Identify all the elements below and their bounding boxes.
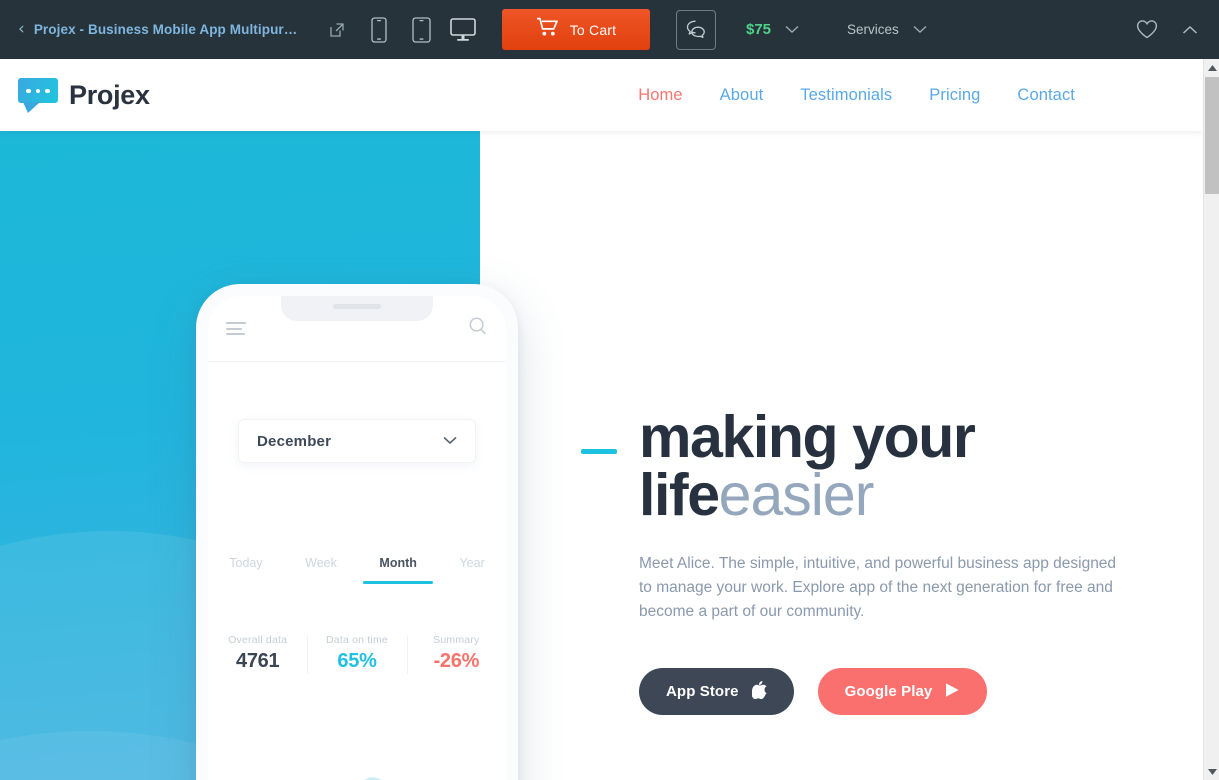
site-navigation: Home About Testimonials Pricing Contact <box>638 86 1203 105</box>
desktop-icon[interactable] <box>450 15 476 45</box>
chevron-down-icon <box>785 21 799 39</box>
play-triangle-icon <box>945 682 960 702</box>
phone-mockup: December Today Week Month Year Overall d… <box>196 284 518 780</box>
hero-copy: making your lifeeasier Meet Alice. The s… <box>581 131 1159 716</box>
month-select[interactable]: December <box>238 419 476 463</box>
stat-value: -26% <box>433 650 480 672</box>
stats-row: Overall data 4761 Data on time 65% Summa… <box>208 634 506 674</box>
chevron-down-icon <box>913 21 927 39</box>
heart-icon[interactable] <box>1135 18 1159 42</box>
external-link-icon[interactable] <box>328 21 346 39</box>
phone-screen: December Today Week Month Year Overall d… <box>208 296 506 780</box>
toolbar-right-group <box>1135 18 1219 42</box>
device-toggle-group <box>366 15 476 45</box>
scroll-up-arrow-icon[interactable] <box>1204 59 1219 76</box>
app-store-label: App Store <box>666 683 739 701</box>
hero-title-soft: easier <box>718 462 875 529</box>
nav-item-contact[interactable]: Contact <box>1017 86 1075 105</box>
logo-text: Projex <box>69 79 150 110</box>
hero-section: December Today Week Month Year Overall d… <box>0 131 1203 780</box>
stat-label: Data on time <box>326 634 388 646</box>
tablet-icon[interactable] <box>408 15 434 45</box>
site-header: Projex Home About Testimonials Pricing C… <box>0 59 1203 131</box>
services-dropdown[interactable]: Services <box>847 21 927 39</box>
hero-cta-group: App Store Google Play <box>639 668 1159 716</box>
stat-label: Summary <box>433 634 480 646</box>
chevron-down-icon <box>443 432 457 450</box>
website-viewport: Projex Home About Testimonials Pricing C… <box>0 59 1203 780</box>
back-chevron-icon[interactable]: ‹ <box>18 21 25 38</box>
nav-item-about[interactable]: About <box>720 86 764 105</box>
stat-value: 65% <box>337 650 377 672</box>
scroll-thumb[interactable] <box>1205 77 1219 194</box>
stat-data-on-time: Data on time 65% <box>307 634 406 674</box>
to-cart-button[interactable]: To Cart <box>502 9 650 50</box>
scroll-down-arrow-icon[interactable] <box>1204 763 1219 780</box>
hero-subtitle: Meet Alice. The simple, intuitive, and p… <box>639 554 1117 620</box>
tab-month[interactable]: Month <box>363 556 434 584</box>
period-tabs: Today Week Month Year <box>208 556 506 584</box>
tab-today[interactable]: Today <box>229 556 262 584</box>
to-cart-label: To Cart <box>569 21 617 38</box>
stat-summary: Summary -26% <box>406 634 506 674</box>
tab-week[interactable]: Week <box>305 556 337 584</box>
apple-logo-icon <box>751 680 767 703</box>
search-icon[interactable] <box>468 316 488 341</box>
accent-dash <box>581 449 617 454</box>
shopping-cart-icon <box>536 17 558 42</box>
stat-overall-data: Overall data 4761 <box>208 634 307 673</box>
google-play-button[interactable]: Google Play <box>817 668 988 716</box>
vertical-scrollbar[interactable] <box>1203 59 1219 780</box>
collapse-chevron-up-icon[interactable] <box>1179 19 1201 41</box>
toolbar-left-group: ‹ Projex - Business Mobile App Multipurp… <box>0 21 360 39</box>
preview-title: Projex - Business Mobile App Multipurpos… <box>33 22 302 37</box>
chat-bubbles-icon[interactable] <box>676 9 716 50</box>
app-window: ‹ Projex - Business Mobile App Multipurp… <box>0 0 1219 780</box>
hero-title: making your lifeeasier <box>581 408 1159 529</box>
hamburger-menu-icon[interactable] <box>226 319 248 339</box>
speech-bubble-icon <box>18 78 58 113</box>
nav-item-pricing[interactable]: Pricing <box>929 86 980 105</box>
site-logo[interactable]: Projex <box>0 78 150 113</box>
preview-toolbar: ‹ Projex - Business Mobile App Multipurp… <box>0 0 1219 59</box>
hero-title-line1: making your <box>639 404 976 470</box>
area-chart <box>364 777 382 780</box>
app-store-button[interactable]: App Store <box>639 668 794 716</box>
tab-year[interactable]: Year <box>459 556 484 584</box>
nav-item-testimonials[interactable]: Testimonials <box>800 86 892 105</box>
price-dropdown[interactable]: $75 <box>746 21 799 39</box>
mobile-icon[interactable] <box>366 15 392 45</box>
phone-app-topbar <box>208 296 506 362</box>
price-value: $75 <box>746 21 772 38</box>
stat-label: Overall data <box>228 634 288 646</box>
hero-title-strong: life <box>639 462 720 529</box>
services-label: Services <box>847 22 899 37</box>
stat-value: 4761 <box>236 650 280 672</box>
month-select-value: December <box>257 432 332 450</box>
nav-item-home[interactable]: Home <box>638 86 682 105</box>
google-play-label: Google Play <box>844 683 933 701</box>
